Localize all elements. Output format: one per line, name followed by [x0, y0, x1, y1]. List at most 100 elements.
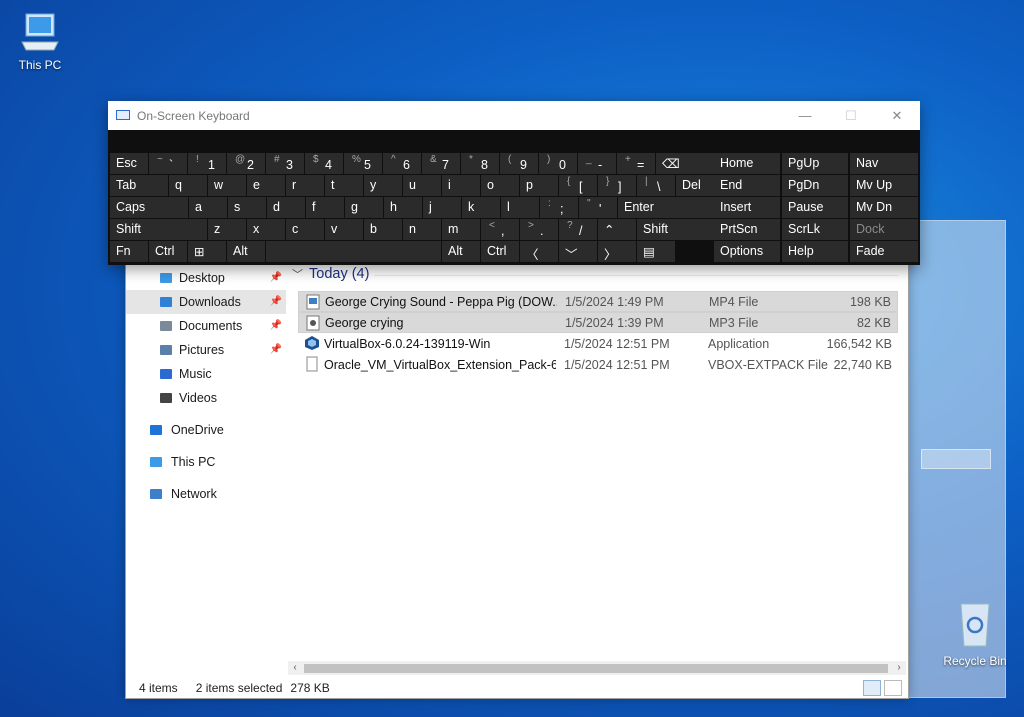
osk-nav-key-fade[interactable]: Fade [850, 241, 918, 262]
osk-key-period[interactable]: >. [520, 219, 558, 240]
osk-key-t[interactable]: t [325, 175, 363, 196]
osk-key-g[interactable]: g [345, 197, 383, 218]
osk-key-k1[interactable]: ! 1 [188, 153, 226, 174]
osk-key-tilde[interactable]: ~ ` [149, 153, 187, 174]
sidebar-item-documents[interactable]: Documents 📌 [126, 314, 286, 338]
osk-key-rctrl[interactable]: Ctrl [481, 241, 519, 262]
osk-key-menu[interactable]: ▤ [637, 241, 675, 262]
osk-key-b[interactable]: b [364, 219, 402, 240]
osk-key-equals[interactable]: + = [617, 153, 655, 174]
osk-key-o[interactable]: o [481, 175, 519, 196]
details-view-icon[interactable] [863, 680, 881, 696]
osk-nav-key-help[interactable]: Help [782, 241, 848, 262]
osk-key-k[interactable]: k [462, 197, 500, 218]
osk-nav-key-options[interactable]: Options [714, 241, 780, 262]
sidebar-item-pictures[interactable]: Pictures 📌 [126, 338, 286, 362]
osk-key-comma[interactable]: <, [481, 219, 519, 240]
osk-key-k5[interactable]: % 5 [344, 153, 382, 174]
osk-key-s[interactable]: s [228, 197, 266, 218]
osk-key-j[interactable]: j [423, 197, 461, 218]
maximize-button[interactable]: ☐ [828, 101, 874, 130]
sidebar-item-downloads[interactable]: Downloads 📌 [126, 290, 286, 314]
osk-key-i[interactable]: i [442, 175, 480, 196]
file-row[interactable]: VirtualBox-6.0.24-139119-Win 1/5/2024 12:… [298, 333, 898, 354]
osk-key-lctrl[interactable]: Ctrl [149, 241, 187, 262]
file-row[interactable]: George Crying Sound - Peppa Pig (DOW... 1… [298, 291, 898, 312]
osk-nav-key-mv-up[interactable]: Mv Up [850, 175, 918, 196]
horizontal-scrollbar[interactable]: ‹ › [288, 661, 906, 675]
osk-key-ralt[interactable]: Alt [442, 241, 480, 262]
osk-nav-key-pgdn[interactable]: PgDn [782, 175, 848, 196]
group-header-today[interactable]: ﹀ Today (4) [292, 266, 369, 282]
scroll-left-icon[interactable]: ‹ [288, 661, 302, 675]
sidebar-item-onedrive[interactable]: OneDrive [126, 418, 286, 442]
osk-key-rbracket[interactable]: }] [598, 175, 636, 196]
scroll-right-icon[interactable]: › [892, 661, 906, 675]
osk-key-k7[interactable]: & 7 [422, 153, 460, 174]
osk-key-lalt[interactable]: Alt [227, 241, 265, 262]
osk-nav-key-pgup[interactable]: PgUp [782, 153, 848, 174]
osk-key-p[interactable]: p [520, 175, 558, 196]
sidebar-item-desktop[interactable]: Desktop 📌 [126, 266, 286, 290]
osk-key-backslash[interactable]: | \ [637, 175, 675, 196]
osk-key-e[interactable]: e [247, 175, 285, 196]
osk-key-enter[interactable]: Enter [618, 197, 714, 218]
osk-key-c[interactable]: c [286, 219, 324, 240]
osk-nav-key-nav[interactable]: Nav [850, 153, 918, 174]
osk-key-left[interactable]: 〈 [520, 241, 558, 262]
osk-key-l[interactable]: l [501, 197, 539, 218]
osk-key-down[interactable]: ﹀ [559, 241, 597, 262]
osk-key-w[interactable]: w [208, 175, 246, 196]
sidebar-item-network[interactable]: Network [126, 482, 286, 506]
osk-key-k9[interactable]: (9 [500, 153, 538, 174]
minimize-button[interactable]: — [782, 101, 828, 130]
osk-key-space[interactable] [266, 241, 441, 262]
desktop-this-pc[interactable]: This PC [0, 10, 80, 72]
osk-nav-key-end[interactable]: End [714, 175, 780, 196]
osk-key-a[interactable]: a [189, 197, 227, 218]
osk-nav-key-prtscn[interactable]: PrtScn [714, 219, 780, 240]
osk-key-k0[interactable]: ) 0 [539, 153, 577, 174]
sidebar-item-music[interactable]: Music [126, 362, 286, 386]
osk-key-k3[interactable]: #3 [266, 153, 304, 174]
osk-key-n[interactable]: n [403, 219, 441, 240]
osk-nav-key-scrlk[interactable]: ScrLk [782, 219, 848, 240]
large-icons-view-icon[interactable] [884, 680, 902, 696]
osk-key-semicolon[interactable]: :; [540, 197, 578, 218]
osk-key-d[interactable]: d [267, 197, 305, 218]
osk-key-lbracket[interactable]: {[ [559, 175, 597, 196]
osk-key-h[interactable]: h [384, 197, 422, 218]
osk-key-m[interactable]: m [442, 219, 480, 240]
osk-key-x[interactable]: x [247, 219, 285, 240]
osk-key-q[interactable]: q [169, 175, 207, 196]
osk-key-tab[interactable]: Tab [110, 175, 168, 196]
osk-key-y[interactable]: y [364, 175, 402, 196]
osk-nav-key-home[interactable]: Home [714, 153, 780, 174]
osk-key-right[interactable]: 〉 [598, 241, 636, 262]
osk-key-esc[interactable]: Esc [110, 153, 148, 174]
osk-key-k2[interactable]: @2 [227, 153, 265, 174]
osk-key-quote[interactable]: " ' [579, 197, 617, 218]
file-row[interactable]: George crying 1/5/2024 1:39 PM MP3 File 82 … [298, 312, 898, 333]
osk-key-rshift[interactable]: Shift [637, 219, 724, 240]
osk-key-r[interactable]: r [286, 175, 324, 196]
osk-key-up[interactable]: ⌃ [598, 219, 636, 240]
osk-key-win[interactable]: ⊞ [188, 241, 226, 262]
close-button[interactable]: ✕ [874, 101, 920, 130]
osk-title-bar[interactable]: On-Screen Keyboard — ☐ ✕ [108, 101, 920, 130]
desktop-recycle-bin[interactable]: Recycle Bin [935, 600, 1015, 668]
sidebar-item-this-pc[interactable]: This PC [126, 450, 286, 474]
sidebar-item-videos[interactable]: Videos [126, 386, 286, 410]
scrollbar-thumb[interactable] [304, 664, 888, 673]
osk-key-u[interactable]: u [403, 175, 441, 196]
osk-key-v[interactable]: v [325, 219, 363, 240]
osk-key-caps[interactable]: Caps [110, 197, 188, 218]
osk-key-k6[interactable]: ^ 6 [383, 153, 421, 174]
file-row[interactable]: Oracle_VM_VirtualBox_Extension_Pack-6...… [298, 354, 898, 375]
osk-key-k8[interactable]: * 8 [461, 153, 499, 174]
osk-nav-key-insert[interactable]: Insert [714, 197, 780, 218]
osk-key-fn[interactable]: Fn [110, 241, 148, 262]
osk-key-k4[interactable]: $4 [305, 153, 343, 174]
osk-nav-key-dock[interactable]: Dock [850, 219, 918, 240]
osk-key-f[interactable]: f [306, 197, 344, 218]
